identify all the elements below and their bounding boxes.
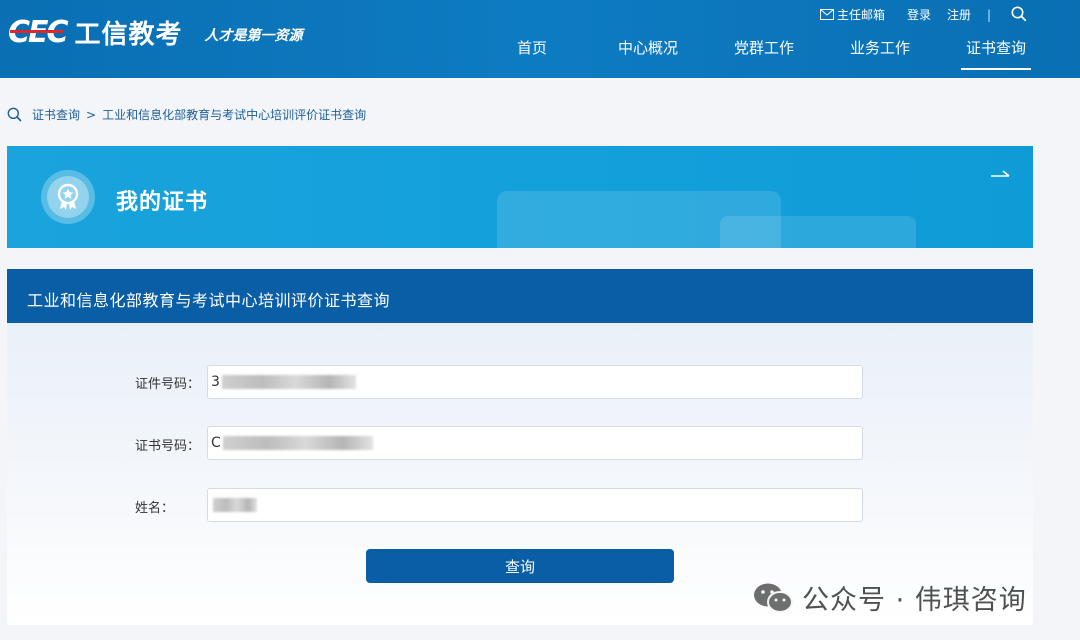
card-header: 工业和信息化部教育与考试中心培训评价证书查询 [7, 269, 1033, 323]
award-icon [57, 183, 79, 210]
card-title: 工业和信息化部教育与考试中心培训评价证书查询 [27, 291, 391, 310]
my-certificate-banner: 我的证书 [7, 146, 1033, 248]
banner-title: 我的证书 [116, 190, 209, 215]
nav-certificate-query[interactable]: 证书查询 [960, 38, 1032, 70]
id-number-input[interactable]: 3 [207, 365, 863, 399]
nav-home[interactable]: 首页 [517, 38, 547, 70]
login-link[interactable]: 登录 [907, 6, 931, 23]
logo-red-bar [10, 30, 63, 33]
nav-business[interactable]: 业务工作 [850, 38, 910, 70]
nav-about[interactable]: 中心概况 [618, 38, 678, 70]
mailbox-label: 主任邮箱 [837, 8, 886, 22]
name-input[interactable] [207, 488, 863, 522]
register-link[interactable]: 注册 [947, 6, 971, 23]
banner-decoration [720, 216, 916, 248]
nav-party-work[interactable]: 党群工作 [734, 38, 794, 70]
main-nav: 首页 中心概况 党群工作 业务工作 证书查询 [0, 38, 1080, 70]
search-icon [7, 107, 22, 122]
id-number-label: 证件号码： [135, 377, 201, 392]
wechat-watermark: 公众号 · 伟琪咨询 [752, 578, 1027, 617]
breadcrumb-separator: > [86, 107, 97, 122]
top-links: 主任邮箱 登录 注册 | [820, 6, 1007, 23]
certificate-query-card: 工业和信息化部教育与考试中心培训评价证书查询 证件号码： 3 证书号码： C 姓… [7, 269, 1033, 625]
top-divider: | [987, 7, 992, 22]
search-icon[interactable] [1011, 6, 1027, 22]
certificate-number-value: C [211, 435, 221, 451]
redacted-value [222, 436, 373, 450]
redacted-value [221, 375, 356, 389]
site-header: CEC 工信教考 人才是第一资源 主任邮箱 登录 注册 | 首页 中心概况 党群… [0, 0, 1080, 78]
certificate-number-input[interactable]: C [207, 426, 863, 460]
breadcrumb-current: 工业和信息化部教育与考试中心培训评价证书查询 [102, 108, 367, 122]
certificate-number-label: 证书号码： [135, 439, 201, 454]
arrow-right-icon[interactable] [991, 168, 1011, 178]
query-button[interactable]: 查询 [366, 549, 674, 583]
mail-icon [820, 9, 834, 20]
certificate-badge-icon [41, 170, 95, 224]
name-label: 姓名： [135, 501, 175, 516]
watermark-text: 公众号 · 伟琪咨询 [802, 585, 1027, 616]
wechat-icon [754, 583, 793, 613]
breadcrumb: 证书查询 > 工业和信息化部教育与考试中心培训评价证书查询 [7, 106, 366, 123]
redacted-value [213, 498, 257, 512]
id-number-value: 3 [211, 374, 220, 390]
breadcrumb-root[interactable]: 证书查询 [32, 106, 80, 123]
director-mailbox-link[interactable]: 主任邮箱 [820, 6, 885, 23]
